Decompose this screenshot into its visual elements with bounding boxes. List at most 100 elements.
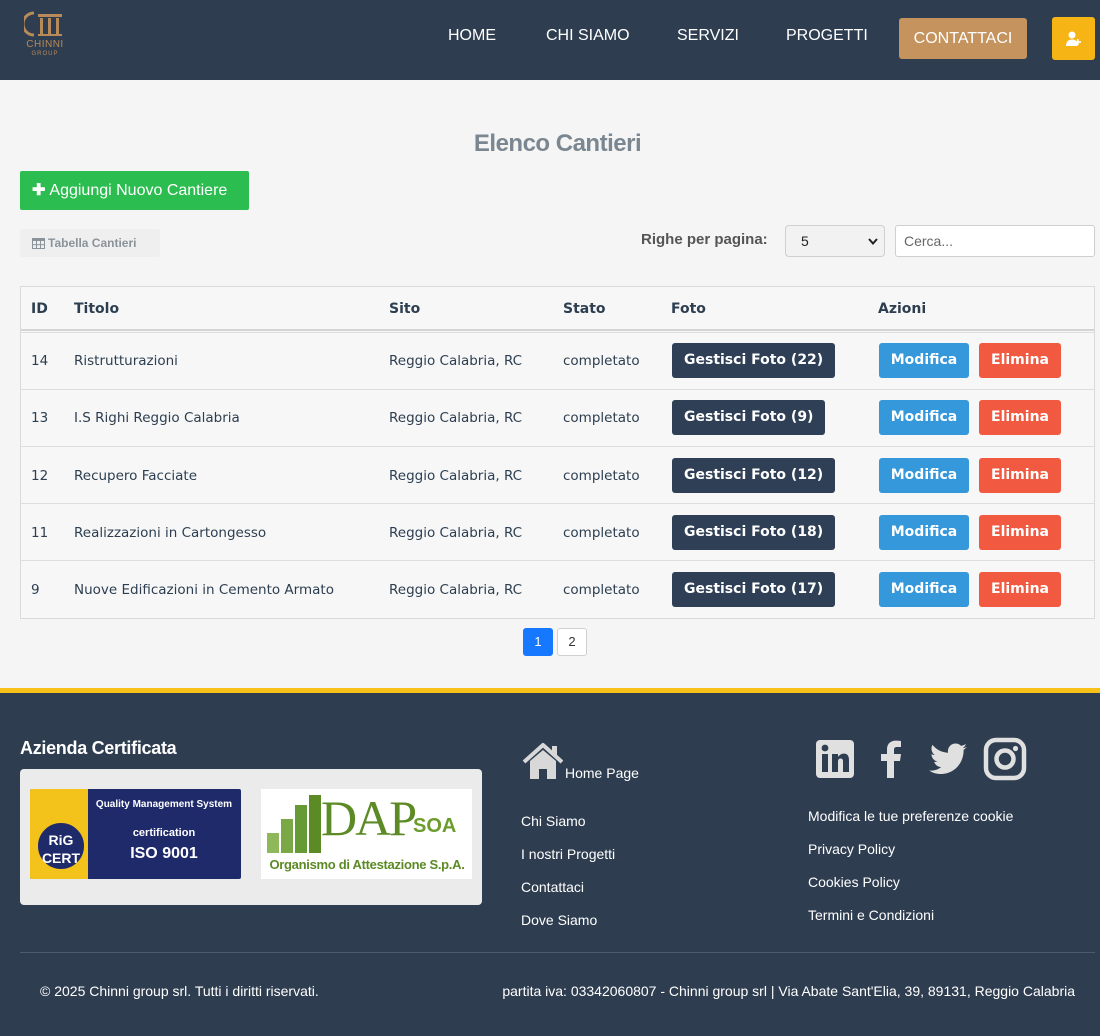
column-header-id[interactable]: ID	[31, 301, 48, 317]
iso-line1: Quality Management System	[95, 799, 233, 810]
dap-soa-logo: DAP SOA Organismo di Attestazione S.p.A.	[261, 789, 472, 879]
dap-soa: SOA	[413, 815, 457, 837]
table-row: 11 Realizzazioni in Cartongesso Reggio C…	[21, 503, 1094, 560]
nav-home[interactable]: HOME	[448, 27, 496, 51]
cell-titolo: Ristrutturazioni	[74, 353, 178, 369]
page-title: Elenco Cantieri	[473, 130, 642, 157]
pagination-page-2[interactable]: 2	[557, 628, 587, 656]
elimina-button[interactable]: Elimina	[979, 343, 1061, 378]
dap-org: Organismo di Attestazione S.p.A.	[269, 857, 465, 872]
elimina-button[interactable]: Elimina	[979, 515, 1061, 550]
gestisci-foto-button[interactable]: Gestisci Foto (12)	[672, 458, 836, 493]
column-header-azioni: Azioni	[878, 301, 927, 317]
cell-id: 11	[31, 525, 49, 541]
cell-titolo: I.S Righi Reggio Calabria	[74, 410, 240, 426]
column-header-foto[interactable]: Foto	[671, 301, 706, 317]
cell-sito: Reggio Calabria, RC	[389, 468, 523, 484]
iso-line3: ISO 9001	[130, 845, 198, 862]
modifica-button[interactable]: Modifica	[879, 343, 969, 378]
instagram-icon[interactable]	[983, 737, 1027, 781]
modifica-button[interactable]: Modifica	[879, 458, 969, 493]
iso-line2: certification	[132, 827, 196, 839]
elimina-button[interactable]: Elimina	[979, 458, 1061, 493]
chevron-down-icon	[868, 238, 878, 245]
facebook-icon[interactable]	[870, 737, 914, 781]
footer-link-privacy-policy[interactable]: Privacy Policy	[808, 841, 895, 857]
footer-link-cookies-policy[interactable]: Cookies Policy	[808, 874, 900, 890]
twitter-icon[interactable]	[926, 737, 970, 781]
cell-titolo: Recupero Facciate	[74, 468, 198, 484]
logo-mark-icon	[24, 11, 62, 37]
plus-icon: ✚	[32, 182, 46, 199]
footer-link-cookie-preferences[interactable]: Modifica le tue preferenze cookie	[808, 808, 1013, 824]
gestisci-foto-button[interactable]: Gestisci Foto (9)	[672, 400, 826, 435]
cell-sito: Reggio Calabria, RC	[389, 410, 523, 426]
iso-9001-badge: RiG CERT Quality Management System certi…	[30, 789, 241, 879]
nav-chi-siamo[interactable]: CHI SIAMO	[546, 27, 630, 51]
rows-per-page-label: Righe per pagina:	[641, 231, 768, 248]
modifica-button[interactable]: Modifica	[879, 572, 969, 607]
footer-link-termini[interactable]: Termini e Condizioni	[808, 907, 934, 923]
pagination-page-1[interactable]: 1	[523, 628, 553, 656]
cantieri-table: ID Titolo Sito Stato Foto Azioni 14 Rist…	[20, 286, 1095, 619]
site-header: CHINNI GROUP HOME CHI SIAMO SERVIZI PROG…	[0, 0, 1100, 80]
column-header-stato[interactable]: Stato	[563, 301, 606, 317]
cell-titolo: Nuove Edificazioni in Cemento Armato	[74, 582, 334, 598]
home-icon	[522, 743, 564, 779]
cell-titolo: Realizzazioni in Cartongesso	[74, 525, 267, 541]
table-icon	[32, 238, 45, 249]
cell-id: 9	[31, 582, 40, 598]
footer-link-dove-siamo[interactable]: Dove Siamo	[521, 912, 597, 928]
cell-id: 14	[31, 353, 49, 369]
column-header-sito[interactable]: Sito	[389, 301, 420, 317]
site-logo[interactable]: CHINNI GROUP	[22, 10, 68, 60]
cell-stato: completato	[563, 582, 640, 598]
tab-tabella-label: Tabella Cantieri	[48, 236, 137, 250]
table-row: 13 I.S Righi Reggio Calabria Reggio Cala…	[21, 389, 1094, 446]
table-header: ID Titolo Sito Stato Foto Azioni	[21, 287, 1094, 331]
search-input[interactable]	[895, 225, 1095, 257]
tab-tabella-cantieri[interactable]: Tabella Cantieri	[20, 229, 160, 257]
copyright-text: © 2025 Chinni group srl. Tutti i diritti…	[40, 983, 319, 999]
cell-sito: Reggio Calabria, RC	[389, 582, 523, 598]
gestisci-foto-button[interactable]: Gestisci Foto (22)	[672, 343, 836, 378]
elimina-button[interactable]: Elimina	[979, 572, 1061, 607]
nav-progetti[interactable]: PROGETTI	[786, 27, 868, 51]
table-row: 14 Ristrutturazioni Reggio Calabria, RC …	[21, 332, 1094, 389]
nav-contattaci-button[interactable]: CONTATTACI	[899, 18, 1027, 59]
modifica-button[interactable]: Modifica	[879, 515, 969, 550]
table-row: 12 Recupero Facciate Reggio Calabria, RC…	[21, 446, 1094, 503]
add-cantiere-button[interactable]: ✚ Aggiungi Nuovo Cantiere	[20, 171, 249, 210]
user-icon	[1066, 31, 1081, 46]
cell-stato: completato	[563, 468, 640, 484]
rows-per-page-select[interactable]: 5	[785, 225, 885, 257]
logo-name: CHINNI	[26, 39, 64, 50]
footer-home-link[interactable]: Home Page	[521, 741, 639, 781]
user-login-button[interactable]	[1052, 17, 1095, 60]
elimina-button[interactable]: Elimina	[979, 400, 1061, 435]
site-footer: Azienda Certificata RiG CERT Quality Man…	[0, 688, 1100, 1036]
linkedin-icon[interactable]	[813, 737, 857, 781]
cell-sito: Reggio Calabria, RC	[389, 353, 523, 369]
dap-bars-icon	[267, 795, 321, 853]
rig-cert-seal: RiG CERT	[36, 821, 86, 871]
footer-link-chi-siamo[interactable]: Chi Siamo	[521, 813, 586, 829]
cell-stato: completato	[563, 353, 640, 369]
footer-link-progetti[interactable]: I nostri Progetti	[521, 846, 615, 862]
gestisci-foto-button[interactable]: Gestisci Foto (18)	[672, 515, 836, 550]
gestisci-foto-button[interactable]: Gestisci Foto (17)	[672, 572, 836, 607]
cell-stato: completato	[563, 410, 640, 426]
footer-link-contattaci[interactable]: Contattaci	[521, 879, 584, 895]
cell-id: 13	[31, 410, 49, 426]
logo-subtitle: GROUP	[31, 51, 59, 57]
column-header-titolo[interactable]: Titolo	[74, 301, 119, 317]
table-row: 9 Nuove Edificazioni in Cemento Armato R…	[21, 560, 1094, 617]
footer-divider	[20, 952, 1095, 953]
cell-stato: completato	[563, 525, 640, 541]
modifica-button[interactable]: Modifica	[879, 400, 969, 435]
cert-box: RiG CERT Quality Management System certi…	[20, 769, 482, 905]
add-cantiere-label: Aggiungi Nuovo Cantiere	[49, 182, 228, 199]
rows-per-page-value: 5	[801, 233, 809, 249]
cert-title: Azienda Certificata	[20, 738, 177, 758]
nav-servizi[interactable]: SERVIZI	[677, 27, 739, 51]
